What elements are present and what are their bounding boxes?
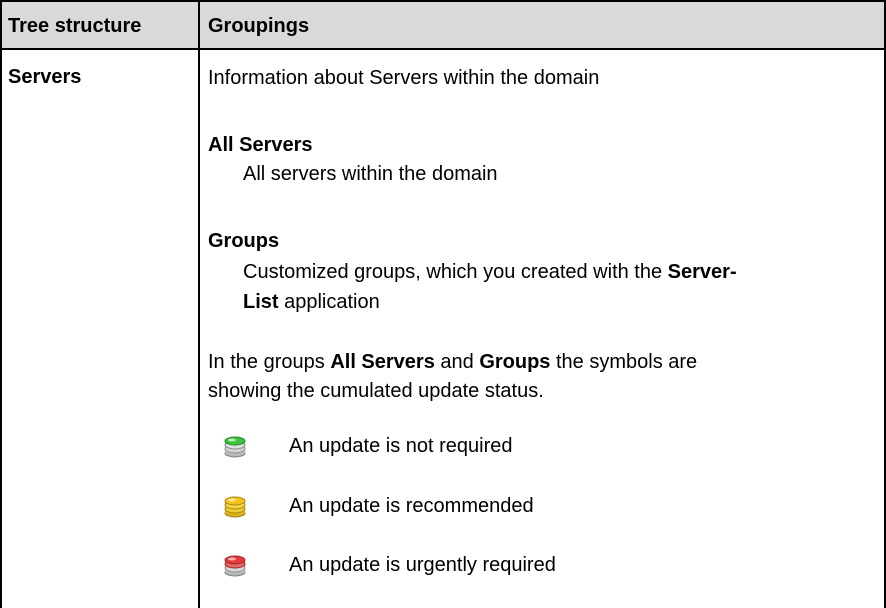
server-status-red-icon [224, 555, 246, 577]
groups-description-part1: Customized groups, which you created wit… [243, 261, 668, 283]
groups-title: Groups [208, 230, 280, 252]
header-tree-structure: Tree structure [8, 15, 142, 37]
all-servers-description: All servers within the domain [243, 163, 498, 185]
symbols-note-part2: and [434, 351, 480, 373]
status-label-not-required: An update is not required [289, 435, 513, 457]
groups-description-bold2: List [243, 291, 279, 313]
groupings-table: Tree structure Groupings Servers Informa… [0, 0, 886, 608]
symbols-note-line2: showing the cumulated update status. [208, 380, 544, 402]
symbols-note-part3: the symbols are [550, 351, 698, 373]
server-status-yellow-icon [224, 496, 246, 518]
groups-description-line1: Customized groups, which you created wit… [243, 258, 737, 286]
server-status-green-icon [224, 436, 246, 458]
symbols-note-line1: In the groups All Servers and Groups the… [208, 348, 697, 376]
groups-description-part2: application [278, 291, 380, 313]
servers-intro-text: Information about Servers within the dom… [208, 67, 600, 89]
symbols-note-bold2: Groups [479, 351, 551, 373]
symbols-note-bold1: All Servers [330, 351, 435, 373]
symbols-note-part1: In the groups [208, 351, 331, 373]
column-divider [198, 2, 200, 608]
status-label-recommended: An update is recommended [289, 495, 534, 517]
all-servers-title: All Servers [208, 134, 313, 156]
tree-item-servers: Servers [8, 66, 82, 88]
groups-description-bold1: Server- [667, 261, 737, 283]
header-groupings: Groupings [208, 15, 310, 37]
table-header-row: Tree structure Groupings [2, 2, 884, 50]
groups-description-line2: List application [243, 288, 380, 316]
status-label-urgent: An update is urgently required [289, 554, 556, 576]
